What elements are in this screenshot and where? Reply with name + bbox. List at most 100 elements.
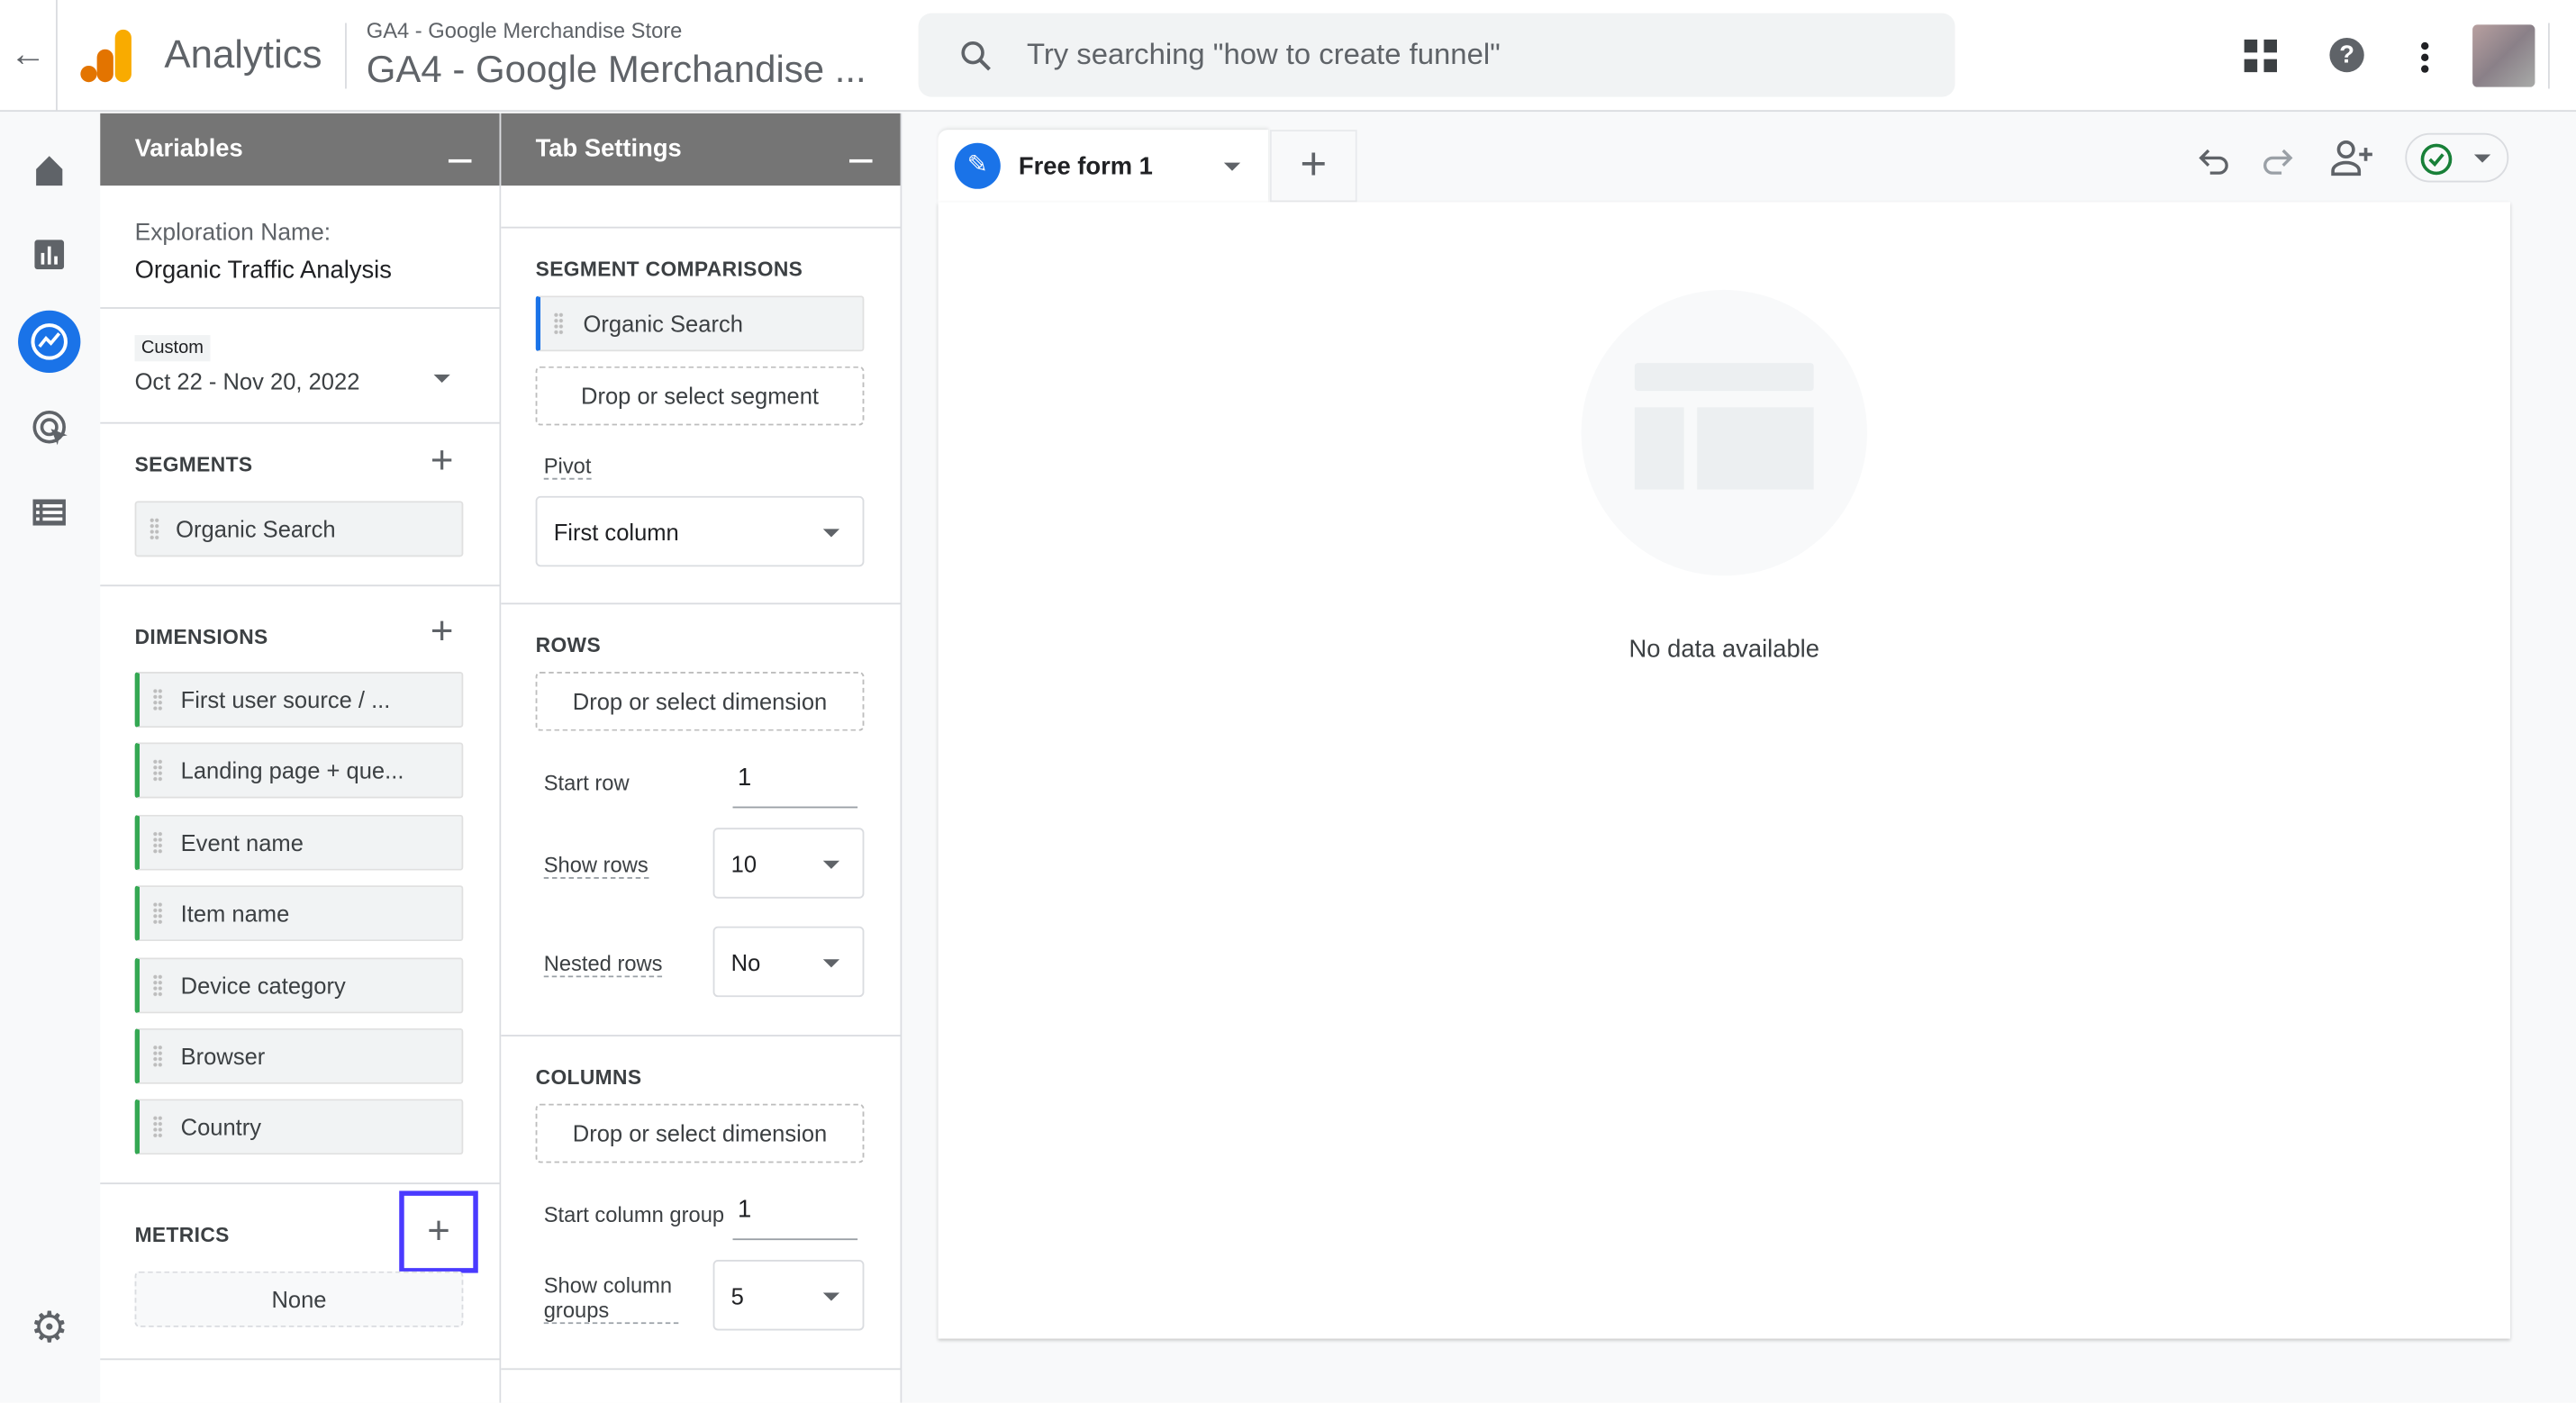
drag-handle-icon[interactable]	[152, 901, 163, 926]
dimension-label: Country	[180, 1114, 262, 1141]
dimensions-label: DIMENSIONS	[134, 625, 268, 649]
spacer	[501, 186, 901, 229]
left-nav: ⚙	[0, 113, 99, 1403]
chevron-down-icon	[433, 374, 450, 383]
rows-label: ROWS	[535, 634, 602, 657]
dimension-chip[interactable]: Event name	[134, 814, 464, 871]
dimension-label: Event name	[180, 828, 304, 855]
add-segment-button[interactable]: +	[422, 441, 462, 483]
rows-section: ROWS Drop or select dimension Start row …	[501, 604, 901, 1036]
visualization-card: No data available	[938, 202, 2511, 1339]
dimension-label: Item name	[180, 900, 290, 928]
reports-icon[interactable]	[34, 240, 65, 270]
exploration-name-section: Exploration Name: Organic Traffic Analys…	[100, 186, 500, 309]
drop-row-dimension-zone[interactable]: Drop or select dimension	[535, 672, 865, 731]
exploration-name-input[interactable]: Organic Traffic Analysis	[135, 257, 392, 285]
drag-handle-icon[interactable]	[152, 759, 163, 783]
show-rows-select[interactable]: 10	[712, 828, 865, 899]
date-badge: Custom	[134, 335, 211, 362]
segment-comparisons-label: SEGMENT COMPARISONS	[535, 258, 803, 281]
dimension-chip[interactable]: Item name	[134, 885, 464, 942]
nested-rows-select[interactable]: No	[712, 926, 865, 998]
property-selector[interactable]: GA4 - Google Merchandise ...	[367, 48, 866, 92]
minimize-icon[interactable]	[849, 158, 873, 163]
drag-handle-icon[interactable]	[149, 517, 159, 541]
variables-header: Variables	[100, 113, 500, 186]
show-rows-value: 10	[730, 849, 757, 877]
tab-label: Free form 1	[1018, 151, 1153, 180]
settings-icon[interactable]: ⚙	[28, 1302, 70, 1352]
panel-title: Variables	[134, 134, 243, 163]
edit-pencil-icon: ✎	[954, 142, 1001, 189]
drop-column-dimension-zone[interactable]: Drop or select dimension	[535, 1103, 865, 1163]
metrics-section: METRICS + None	[100, 1184, 500, 1361]
date-range: Oct 22 - Nov 20, 2022	[134, 367, 360, 394]
drag-handle-icon[interactable]	[152, 830, 163, 855]
date-range-picker[interactable]: Custom Oct 22 - Nov 20, 2022	[100, 309, 500, 424]
minimize-icon[interactable]	[448, 158, 472, 163]
save-status-menu[interactable]	[2405, 132, 2509, 183]
tab-settings-panel: Tab Settings SEGMENT COMPARISONS Organic…	[501, 113, 903, 1403]
add-tab-button[interactable]: +	[1269, 130, 1357, 203]
panel-title: Tab Settings	[535, 134, 682, 163]
segments-section: SEGMENTS + Organic Search	[100, 424, 500, 587]
segment-chip[interactable]: Organic Search	[134, 501, 464, 557]
drag-handle-icon[interactable]	[152, 1045, 163, 1068]
dimension-label: First user source / ...	[180, 686, 391, 713]
more-vert-icon[interactable]	[2418, 40, 2432, 76]
drag-handle-icon[interactable]	[152, 688, 163, 711]
dimension-chip[interactable]: Country	[134, 1099, 464, 1155]
search-input[interactable]	[1027, 37, 1848, 73]
avatar[interactable]	[2472, 24, 2535, 87]
variables-panel: Variables Exploration Name: Organic Traf…	[100, 113, 502, 1403]
dimension-chip[interactable]: First user source / ...	[134, 672, 464, 729]
configure-icon[interactable]	[32, 499, 66, 526]
top-bar: ← Analytics GA4 - Google Merchandise Sto…	[0, 0, 2576, 113]
undo-icon[interactable]	[2197, 143, 2233, 179]
redo-icon[interactable]	[2259, 143, 2295, 179]
drag-handle-icon[interactable]	[152, 973, 163, 997]
divider	[56, 0, 58, 113]
chevron-down-icon	[822, 528, 840, 537]
pivot-label: Pivot	[543, 453, 592, 480]
apps-grid-icon[interactable]	[2244, 39, 2278, 73]
drop-segment-zone[interactable]: Drop or select segment	[535, 366, 865, 426]
explore-icon[interactable]	[18, 310, 81, 374]
empty-table-illustration	[1581, 289, 1867, 576]
back-arrow-icon[interactable]: ←	[6, 32, 49, 75]
advertising-icon[interactable]	[32, 409, 71, 448]
show-column-groups-value: 5	[730, 1281, 744, 1308]
no-data-message: No data available	[1628, 635, 1819, 664]
show-column-groups-select[interactable]: 5	[712, 1260, 865, 1331]
start-row-input[interactable]: 1	[732, 764, 858, 809]
segments-label: SEGMENTS	[134, 453, 253, 476]
metrics-label: METRICS	[134, 1223, 230, 1247]
start-column-group-input[interactable]: 1	[732, 1196, 858, 1241]
add-dimension-button[interactable]: +	[422, 611, 462, 654]
search-bar[interactable]	[918, 13, 1955, 97]
dimension-chip[interactable]: Browser	[134, 1027, 464, 1084]
drag-handle-icon[interactable]	[553, 312, 564, 336]
dimension-label: Browser	[180, 1043, 266, 1070]
chevron-down-icon[interactable]	[1223, 162, 1241, 171]
chevron-down-icon	[822, 859, 840, 868]
divider	[2548, 23, 2550, 89]
dimension-chip[interactable]: Device category	[134, 956, 464, 1013]
home-icon[interactable]	[32, 154, 65, 186]
canvas-area: ✎ Free form 1 + No data available	[902, 113, 2576, 1403]
property-subtitle: GA4 - Google Merchandise Store	[366, 18, 683, 43]
dimension-chip[interactable]: Landing page + que...	[134, 743, 464, 800]
show-rows-label: Show rows	[543, 852, 649, 879]
check-circle-icon	[2420, 143, 2453, 176]
show-column-groups-label: Show column groups	[543, 1273, 679, 1325]
segment-label: Organic Search	[176, 515, 336, 542]
metrics-drop-zone[interactable]: None	[134, 1271, 464, 1327]
dimension-label: Landing page + que...	[180, 757, 404, 784]
tab-free-form-1[interactable]: ✎ Free form 1	[938, 130, 1269, 203]
add-metric-button[interactable]: +	[399, 1190, 478, 1273]
share-add-person-icon[interactable]	[2329, 138, 2375, 177]
pivot-select[interactable]: First column	[535, 495, 865, 567]
help-icon[interactable]: ?	[2329, 37, 2364, 73]
segment-comparison-chip[interactable]: Organic Search	[535, 295, 865, 352]
drag-handle-icon[interactable]	[152, 1116, 163, 1139]
